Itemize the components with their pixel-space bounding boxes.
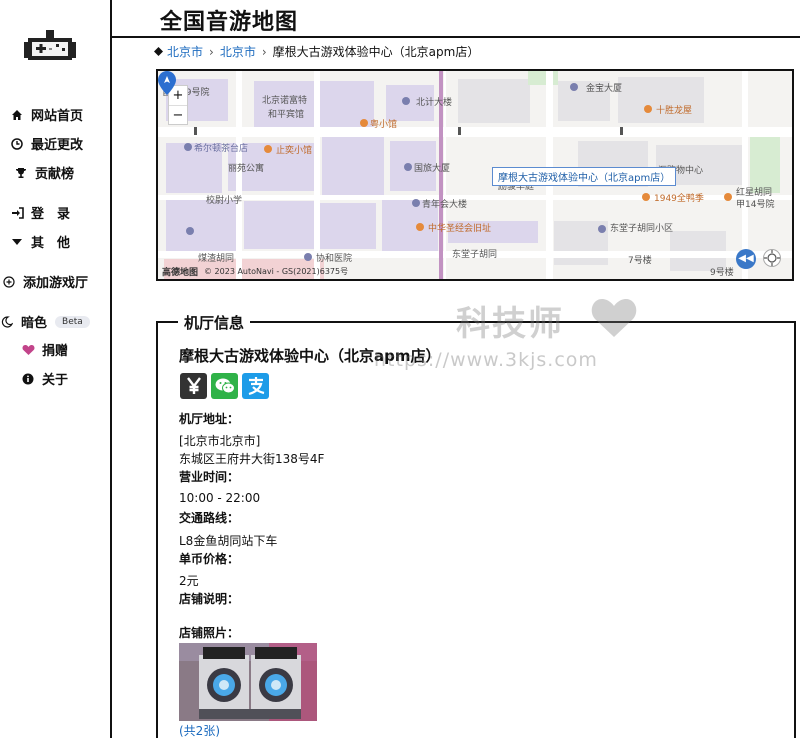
- svg-text:十胜龙屋: 十胜龙屋: [656, 104, 692, 116]
- watermark-text: 科技师: [456, 304, 564, 344]
- sidebar-item-dark-mode[interactable]: 暗色 Beta: [0, 312, 90, 331]
- alipay-icon: [242, 373, 269, 399]
- svg-text:金宝大厦: 金宝大厦: [586, 82, 622, 94]
- sidebar-item-label: 最近更改: [31, 138, 84, 153]
- crosshair-icon: [764, 250, 780, 266]
- diamond-icon: [154, 47, 163, 56]
- trophy-icon: [14, 166, 28, 180]
- svg-text:止奕小馆: 止奕小馆: [276, 144, 312, 156]
- photo-image: [179, 643, 317, 721]
- svg-text:丽苑公寓: 丽苑公寓: [228, 162, 264, 174]
- beta-badge: Beta: [55, 315, 90, 328]
- sidebar-item-about[interactable]: 关于: [21, 369, 68, 388]
- sidebar-item-add-arcade[interactable]: 添加游戏厅: [2, 272, 88, 291]
- photos-label: 店铺照片：: [179, 626, 240, 640]
- address-label: 机厅地址：: [179, 412, 240, 426]
- map-provider-logo: 高德地图: [162, 268, 199, 278]
- sidebar-item-label: 登 录: [31, 207, 71, 222]
- address-region: [北京市北京市]: [179, 434, 261, 448]
- watermark-url: https://www.3kjs.com: [374, 349, 598, 371]
- transit-label: 交通路线：: [179, 511, 240, 525]
- svg-text:煤渣胡同: 煤渣胡同: [198, 252, 234, 264]
- rewind-button[interactable]: ◀◀: [736, 249, 756, 269]
- sidebar-item-home[interactable]: 网站首页: [10, 105, 83, 124]
- sidebar-item-label: 其 他: [31, 236, 71, 251]
- sidebar-item-label: 贡献榜: [35, 167, 75, 182]
- breadcrumb-province[interactable]: 北京市: [167, 43, 203, 60]
- photo-count-link[interactable]: (共2张): [179, 722, 220, 738]
- wechat-pay-icon: [211, 373, 238, 399]
- svg-text:1949全鸭季: 1949全鸭季: [654, 192, 704, 204]
- map-view[interactable]: 首创19号院 北京诺富特 和平宾馆 北计大楼 金宝大厦 十胜龙屋 粤小馆 希尔顿…: [156, 69, 794, 281]
- zoom-out-button[interactable]: −: [169, 105, 187, 124]
- page-title: 全国音游地图: [160, 10, 299, 35]
- hours-label: 营业时间：: [179, 470, 240, 484]
- map-tiles: 首创19号院 北京诺富特 和平宾馆 北计大楼 金宝大厦 十胜龙屋 粤小馆 希尔顿…: [158, 71, 792, 279]
- breadcrumb: 北京市 › 北京市 › 摩根大古游戏体验中心（北京apm店）: [154, 43, 479, 60]
- svg-text:粤小馆: 粤小馆: [370, 118, 397, 130]
- price-label: 单币价格：: [179, 552, 240, 566]
- svg-text:希尔顿茶台店: 希尔顿茶台店: [194, 142, 248, 154]
- map-popup-label: 摩根大古游戏体验中心（北京apm店）: [492, 167, 677, 186]
- description-label: 店铺说明：: [179, 592, 240, 606]
- sidebar-item-label: 网站首页: [31, 109, 84, 124]
- address-detail: 东城区王府井大街138号4F: [179, 452, 325, 466]
- chevron-right-icon: ›: [209, 44, 214, 59]
- payment-methods: [180, 373, 269, 399]
- plus-circle-icon: [2, 275, 16, 289]
- sidebar-item-donate[interactable]: 捐赠: [21, 340, 68, 359]
- sidebar-item-recent-changes[interactable]: 最近更改: [10, 134, 83, 153]
- sidebar-item-leaderboard[interactable]: 贡献榜: [14, 163, 74, 182]
- sidebar-divider: [110, 0, 112, 738]
- svg-text:红星胡同: 红星胡同: [736, 186, 772, 198]
- moon-icon: [0, 315, 14, 329]
- svg-text:甲14号院: 甲14号院: [736, 198, 774, 210]
- svg-text:东堂子胡同小区: 东堂子胡同小区: [610, 222, 673, 234]
- sidebar-item-other[interactable]: 其 他: [10, 232, 70, 251]
- svg-text:7号楼: 7号楼: [628, 254, 652, 266]
- sidebar-item-login[interactable]: 登 录: [10, 203, 70, 222]
- heart-icon: [21, 343, 35, 357]
- svg-text:东堂子胡同: 东堂子胡同: [452, 248, 497, 260]
- sidebar-item-label: 暗色: [21, 316, 48, 331]
- section-title: 机厅信息: [178, 312, 251, 333]
- svg-text:校尉小学: 校尉小学: [206, 194, 242, 206]
- breadcrumb-city[interactable]: 北京市: [220, 43, 256, 60]
- sidebar-item-label: 捐赠: [42, 344, 69, 359]
- svg-text:中华圣经会旧址: 中华圣经会旧址: [428, 222, 491, 234]
- yen-icon: [180, 373, 207, 399]
- map-attribution: 高德地图 © 2023 AutoNavi - GS(2021)6375号: [162, 265, 348, 278]
- sidebar-item-label: 关于: [42, 373, 69, 388]
- price-value: 2元: [179, 574, 199, 588]
- svg-text:协和医院: 协和医院: [316, 252, 352, 264]
- svg-text:青年会大楼: 青年会大楼: [422, 198, 467, 210]
- transit-value: L8金鱼胡同站下车: [179, 534, 278, 548]
- clock-icon: [10, 137, 24, 151]
- svg-text:北京诺富特: 北京诺富特: [262, 94, 307, 106]
- sidebar-item-label: 添加游戏厅: [23, 276, 89, 291]
- watermark-heart-icon: [591, 298, 637, 337]
- locate-button[interactable]: [763, 249, 781, 267]
- info-icon: [21, 372, 35, 386]
- sidebar: 网站首页 最近更改 贡献榜 登 录 其 他 添加游戏厅 暗色 Beta 捐赠 关…: [0, 0, 110, 738]
- gamepad-logo-icon[interactable]: [22, 28, 78, 68]
- login-icon: [10, 206, 24, 220]
- caret-down-icon: [10, 235, 24, 249]
- svg-text:国旅大厦: 国旅大厦: [414, 162, 450, 174]
- chevron-right-icon: ›: [261, 44, 267, 59]
- svg-text:和平宾馆: 和平宾馆: [268, 108, 304, 120]
- map-copyright: © 2023 AutoNavi - GS(2021)6375号: [204, 267, 349, 276]
- home-icon: [10, 108, 24, 122]
- location-pin-icon[interactable]: [158, 71, 176, 95]
- svg-text:9号楼: 9号楼: [710, 266, 734, 278]
- header-divider: [110, 36, 800, 38]
- breadcrumb-current: 摩根大古游戏体验中心（北京apm店）: [272, 45, 480, 59]
- arcade-photo[interactable]: [179, 643, 317, 721]
- hours-value: 10:00 - 22:00: [179, 491, 261, 505]
- svg-text:北计大楼: 北计大楼: [416, 96, 452, 108]
